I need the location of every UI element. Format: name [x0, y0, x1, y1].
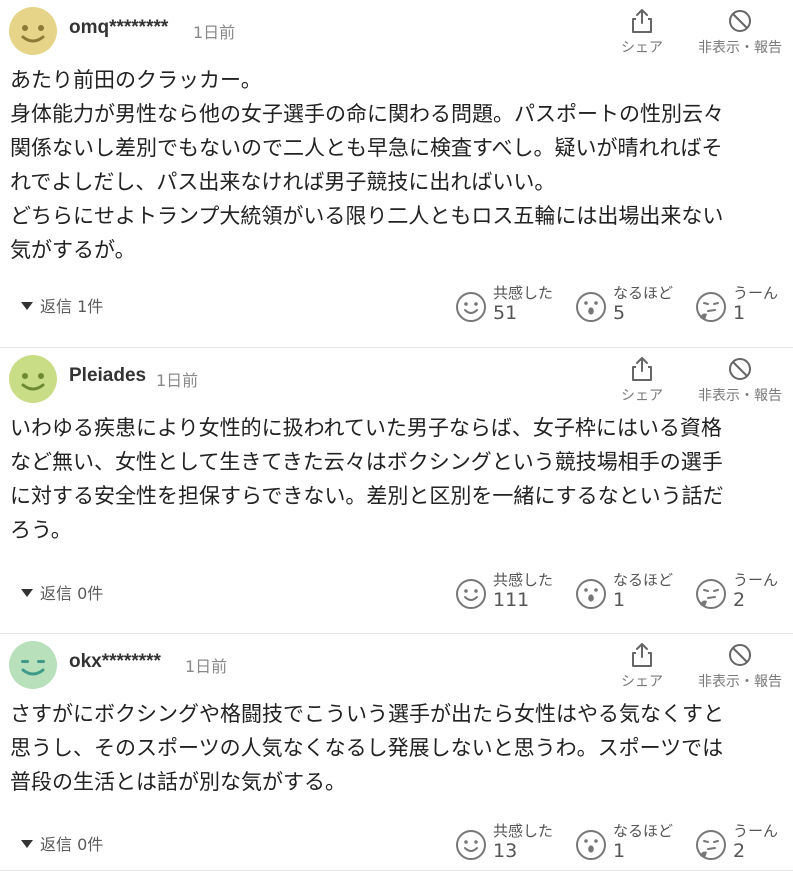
comment-line: など無い、女性として生きてきた云々はボクシングという競技場相手の選手	[10, 450, 723, 474]
comment-line: どちらにせよトランプ大統領がいる限り二人ともロス五輪には出場出来ない	[10, 204, 724, 228]
reaction-insight-button[interactable]: なるほど 1	[575, 820, 685, 868]
reaction-count: 13	[493, 840, 518, 862]
username[interactable]: omq********	[69, 17, 168, 39]
comment-item: okx******** 1日前 シェア 非表示・報告 さすがにボクシングや格闘技…	[0, 634, 793, 871]
post-time: 1日前	[185, 657, 228, 676]
share-icon	[632, 643, 652, 667]
username[interactable]: okx********	[69, 651, 161, 673]
reaction-count: 51	[493, 302, 518, 324]
hide-report-label: 非表示・報告	[698, 674, 782, 690]
hide-report-button[interactable]: 非表示・報告	[692, 8, 788, 57]
smiley-avatar-icon	[9, 355, 57, 403]
block-icon	[729, 644, 751, 666]
share-label: シェア	[621, 40, 663, 56]
username[interactable]: Pleiades	[69, 365, 146, 387]
post-time: 1日前	[156, 371, 199, 390]
replies-count: 返信 0件	[40, 835, 104, 854]
thinking-face-icon	[696, 579, 726, 609]
comment-line: ろう。	[10, 518, 72, 542]
reaction-count: 2	[733, 840, 746, 862]
caret-down-icon	[21, 589, 33, 597]
comment-line: あたり前田のクラッカー。	[10, 68, 262, 92]
reaction-empathy-button[interactable]: 共感した 111	[455, 569, 565, 617]
comment-line: に対する安全性を担保すらできない。差別と区別を一緒にするなという話だ	[10, 484, 724, 508]
avatar[interactable]	[9, 7, 57, 55]
reaction-label: 共感した	[493, 822, 554, 840]
reaction-label: 共感した	[493, 284, 554, 302]
block-icon	[729, 10, 751, 32]
surprised-face-icon	[576, 579, 606, 609]
reaction-empathy-button[interactable]: 共感した 51	[455, 282, 565, 330]
reaction-count: 111	[493, 589, 530, 611]
replies-toggle[interactable]: 返信 0件	[21, 831, 103, 855]
share-button[interactable]: シェア	[612, 8, 672, 57]
comment-body: いわゆる疾患により女性的に扱われていた男子ならば、女子枠にはいる資格 など無い、…	[10, 411, 780, 547]
smile-face-icon	[456, 579, 486, 609]
reaction-empathy-button[interactable]: 共感した 13	[455, 820, 565, 868]
reaction-hmm-button[interactable]: うーん 2	[695, 569, 793, 617]
reaction-count: 2	[733, 589, 746, 611]
reaction-label: なるほど	[613, 571, 674, 589]
hide-report-button[interactable]: 非表示・報告	[692, 356, 788, 405]
thinking-face-icon	[696, 292, 726, 322]
reaction-label: なるほど	[613, 284, 674, 302]
share-label: シェア	[621, 674, 663, 690]
reaction-count: 1	[733, 302, 746, 324]
smiley-avatar-icon	[9, 7, 57, 55]
comment-line: れでよしだし、パス出来なければ男子競技に出ればいい。	[10, 170, 556, 194]
share-icon	[632, 357, 652, 381]
comment-line: さすがにボクシングや格闘技でこういう選手が出たら女性はやる気なくすと	[10, 702, 724, 726]
comment-item: Pleiades 1日前 シェア 非表示・報告 いわゆる疾患により女性的に扱われ…	[0, 348, 793, 634]
replies-toggle[interactable]: 返信 1件	[21, 293, 103, 317]
caret-down-icon	[21, 302, 33, 310]
reaction-label: 共感した	[493, 571, 554, 589]
avatar[interactable]	[9, 641, 57, 689]
comment-line: 関係ないし差別でもないので二人とも早急に検査すべし。疑いが晴れればそ	[10, 136, 723, 160]
replies-count: 返信 1件	[40, 297, 104, 316]
comment-body: さすがにボクシングや格闘技でこういう選手が出たら女性はやる気なくすと 思うし、そ…	[10, 697, 780, 799]
reaction-label: なるほど	[613, 822, 674, 840]
comment-line: 身体能力が男性なら他の女子選手の命に関わる問題。パスポートの性別云々	[10, 102, 724, 126]
caret-down-icon	[21, 840, 33, 848]
surprised-face-icon	[576, 292, 606, 322]
hide-report-label: 非表示・報告	[698, 388, 782, 404]
comment-line: 気がするが。	[10, 238, 136, 262]
share-button[interactable]: シェア	[612, 642, 672, 691]
reaction-insight-button[interactable]: なるほど 5	[575, 282, 685, 330]
reaction-count: 1	[613, 589, 626, 611]
reaction-label: うーん	[733, 284, 779, 302]
avatar[interactable]	[9, 355, 57, 403]
reaction-hmm-button[interactable]: うーん 2	[695, 820, 793, 868]
comment-item: omq******** 1日前 シェア 非表示・報告 あたり前田のクラッカー。 …	[0, 0, 793, 348]
reaction-count: 5	[613, 302, 626, 324]
comment-line: 思うし、そのスポーツの人気なくなるし発展しないと思うわ。スポーツでは	[10, 736, 724, 760]
share-label: シェア	[621, 388, 663, 404]
reaction-hmm-button[interactable]: うーん 1	[695, 282, 793, 330]
smiley-avatar-icon	[9, 641, 57, 689]
reaction-label: うーん	[733, 571, 779, 589]
comment-line: いわゆる疾患により女性的に扱われていた男子ならば、女子枠にはいる資格	[10, 416, 722, 440]
comment-line: 普段の生活とは話が別な気がする。	[10, 770, 346, 794]
hide-report-label: 非表示・報告	[698, 40, 782, 56]
surprised-face-icon	[576, 830, 606, 860]
comment-body: あたり前田のクラッカー。 身体能力が男性なら他の女子選手の命に関わる問題。パスポ…	[10, 63, 780, 267]
replies-count: 返信 0件	[40, 584, 104, 603]
thinking-face-icon	[696, 830, 726, 860]
replies-toggle[interactable]: 返信 0件	[21, 580, 103, 604]
reaction-insight-button[interactable]: なるほど 1	[575, 569, 685, 617]
reaction-label: うーん	[733, 822, 779, 840]
post-time: 1日前	[193, 23, 236, 42]
block-icon	[729, 358, 751, 380]
hide-report-button[interactable]: 非表示・報告	[692, 642, 788, 691]
smile-face-icon	[456, 830, 486, 860]
smile-face-icon	[456, 292, 486, 322]
reaction-count: 1	[613, 840, 626, 862]
share-icon	[632, 9, 652, 33]
share-button[interactable]: シェア	[612, 356, 672, 405]
